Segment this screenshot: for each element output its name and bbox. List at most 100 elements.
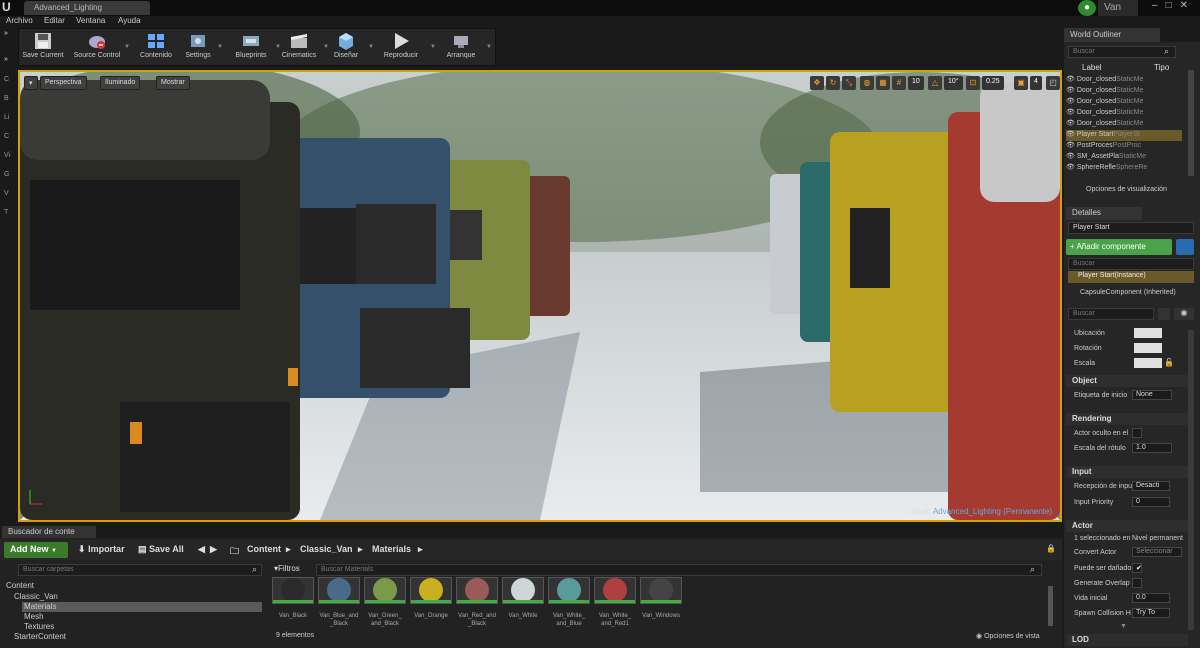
- material-thumbnail[interactable]: [456, 577, 498, 604]
- tree-classic-van[interactable]: Classic_Van: [14, 592, 58, 601]
- auto-receive-input-select[interactable]: Desacti: [1132, 481, 1170, 491]
- section-lod[interactable]: LOD: [1066, 634, 1188, 646]
- blueprints-button[interactable]: Blueprints: [226, 30, 276, 66]
- lock-icon[interactable]: 🔒: [1046, 544, 1056, 553]
- content-browser-tab[interactable]: Buscador de conte: [2, 526, 96, 538]
- lock-icon[interactable]: 🔓: [1164, 358, 1174, 367]
- prop-value[interactable]: 0.0: [1132, 593, 1170, 603]
- menu-editar[interactable]: Editar: [44, 16, 65, 28]
- details-search-input[interactable]: Buscar: [1068, 308, 1154, 320]
- component-row[interactable]: CapsuleComponent (Inherited): [1080, 289, 1176, 296]
- mode-tab[interactable]: C: [4, 133, 14, 140]
- mode-tab[interactable]: C: [4, 76, 14, 83]
- details-tab[interactable]: Detalles: [1066, 207, 1142, 220]
- material-thumbnail[interactable]: [502, 577, 544, 604]
- instance-row[interactable]: Player Start(Instance): [1068, 271, 1194, 283]
- convert-actor-select[interactable]: Seleccionar: [1132, 547, 1182, 557]
- grid-view-icon[interactable]: [1158, 308, 1170, 320]
- breadcrumb-materials[interactable]: Materials: [372, 544, 411, 554]
- play-button[interactable]: Reproducir: [376, 30, 426, 66]
- spawn-collision-select[interactable]: Try To: [1132, 608, 1170, 618]
- search-icon[interactable]: ⌕: [1030, 564, 1035, 575]
- material-thumbnail[interactable]: [640, 577, 682, 604]
- material-thumbnail[interactable]: [272, 577, 314, 604]
- material-thumbnail[interactable]: [594, 577, 636, 604]
- content-button[interactable]: Contenido: [134, 30, 178, 66]
- outliner-row[interactable]: 👁 Door_closedStaticMe: [1066, 97, 1182, 108]
- scale-fields[interactable]: [1134, 358, 1162, 368]
- back-icon[interactable]: ◀: [198, 544, 205, 555]
- launch-button[interactable]: Arranque: [436, 30, 486, 66]
- search-icon[interactable]: ⌕: [252, 564, 257, 575]
- material-thumbnail[interactable]: [548, 577, 590, 604]
- rotation-snap-icon[interactable]: △: [928, 76, 942, 90]
- import-button[interactable]: ⬇ Importar: [78, 544, 125, 555]
- save-current-button[interactable]: Save Current: [18, 30, 68, 66]
- components-search-input[interactable]: Buscar: [1068, 258, 1194, 270]
- menu-ventana[interactable]: Ventana: [76, 16, 105, 28]
- breadcrumb-classic-van[interactable]: Classic_Van: [300, 544, 353, 554]
- material-thumbnail[interactable]: [410, 577, 452, 604]
- eye-icon[interactable]: ◉: [1174, 308, 1194, 320]
- user-name[interactable]: Van: [1098, 0, 1138, 16]
- menu-ayuda[interactable]: Ayuda: [118, 16, 141, 28]
- prop-value[interactable]: None: [1132, 390, 1172, 400]
- column-type[interactable]: Tipo: [1154, 63, 1169, 72]
- tree-content[interactable]: Content: [6, 581, 34, 590]
- details-scrollbar[interactable]: [1188, 330, 1194, 630]
- minimize-icon[interactable]: –: [1152, 0, 1166, 11]
- grid-snap-value[interactable]: 10: [908, 76, 924, 90]
- maximize-viewport-icon[interactable]: ◰: [1046, 76, 1060, 90]
- build-button[interactable]: Diseñar: [324, 30, 368, 66]
- outliner-row[interactable]: 👁 Door_closedStaticMe: [1066, 108, 1182, 119]
- chevron-icon[interactable]: »: [4, 56, 14, 63]
- camera-speed-icon[interactable]: ▣: [1014, 76, 1028, 90]
- level-tab[interactable]: Advanced_Lighting: [24, 1, 150, 15]
- mode-tab[interactable]: B: [4, 95, 14, 102]
- outliner-scrollbar[interactable]: [1188, 70, 1194, 176]
- window-controls[interactable]: –□✕: [1150, 0, 1200, 16]
- scale-snap-value[interactable]: 0.25: [982, 76, 1004, 90]
- prop-value[interactable]: 1.0: [1132, 443, 1172, 453]
- level-viewport[interactable]: ▾ Perspectiva Iluminado Mostrar ✥ ↻ ⤡ ◍ …: [18, 70, 1062, 522]
- column-label[interactable]: Label: [1082, 63, 1102, 72]
- chevron-down-icon[interactable]: ▼: [368, 44, 374, 50]
- rotate-icon[interactable]: ↻: [826, 76, 840, 90]
- outliner-search-input[interactable]: Buscar: [1068, 46, 1176, 58]
- generate-overlap-checkbox[interactable]: [1132, 578, 1142, 588]
- blueprint-icon[interactable]: [1176, 239, 1194, 255]
- material-thumbnail[interactable]: [364, 577, 406, 604]
- chevron-icon[interactable]: »: [4, 30, 14, 37]
- add-component-button[interactable]: + Añadir componente: [1066, 239, 1172, 255]
- mode-tab[interactable]: T: [4, 209, 14, 216]
- world-icon[interactable]: ◍: [860, 76, 874, 90]
- breadcrumb-content[interactable]: Content: [247, 544, 281, 554]
- section-actor[interactable]: Actor: [1066, 520, 1188, 532]
- settings-button[interactable]: Settings: [180, 30, 216, 66]
- outliner-row[interactable]: 👁 Door_closedStaticMe: [1066, 75, 1182, 86]
- location-fields[interactable]: [1134, 328, 1162, 338]
- mode-tab[interactable]: V: [4, 190, 14, 197]
- chevron-down-icon[interactable]: ▼: [217, 44, 223, 50]
- material-thumbnail[interactable]: [318, 577, 360, 604]
- translate-icon[interactable]: ✥: [810, 76, 824, 90]
- outliner-row-selected[interactable]: 👁 Player StartPlayerSt: [1066, 130, 1182, 141]
- forward-icon[interactable]: ▶: [210, 544, 217, 555]
- view-options-button[interactable]: ◉ Opciones de vista: [976, 632, 1040, 640]
- chevron-down-icon[interactable]: ▼: [1120, 623, 1127, 630]
- lit-mode-button[interactable]: Iluminado: [100, 76, 141, 90]
- outliner-row[interactable]: 👁 Door_closedStaticMe: [1066, 86, 1182, 97]
- content-scrollbar[interactable]: [1048, 586, 1053, 626]
- surface-snap-icon[interactable]: ▦: [876, 76, 890, 90]
- tree-textures[interactable]: Textures: [24, 622, 54, 631]
- view-options-button[interactable]: Opciones de visualización: [1086, 186, 1167, 193]
- prop-value[interactable]: 0: [1132, 497, 1170, 507]
- location-label[interactable]: Ubicación: [1074, 330, 1105, 337]
- rotation-fields[interactable]: [1134, 343, 1162, 353]
- outliner-row[interactable]: 👁 Door_closedStaticMe: [1066, 119, 1182, 130]
- viewport-options-button[interactable]: ▾: [24, 76, 38, 90]
- outliner-row[interactable]: 👁 SphereRefleSphereRe: [1066, 163, 1182, 174]
- scale-label[interactable]: Escala: [1074, 360, 1095, 367]
- add-new-button[interactable]: Add New ▼: [4, 542, 68, 558]
- tree-starter-content[interactable]: StarterContent: [14, 632, 66, 641]
